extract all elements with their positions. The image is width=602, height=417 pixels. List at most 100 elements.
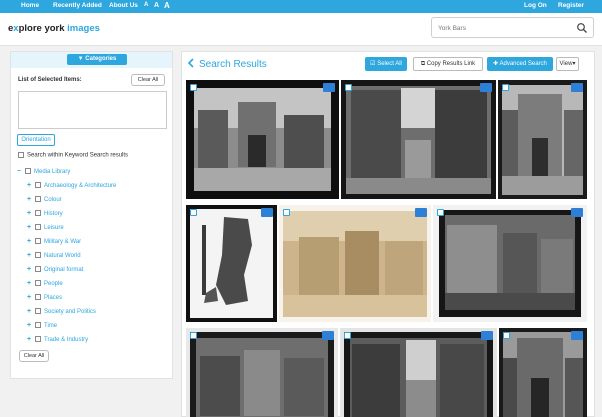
tree-item-media-library[interactable]: − Media Library [17, 167, 70, 176]
result-thumbnail[interactable] [499, 328, 587, 417]
nav-recently-added-link[interactable]: Recently Added [53, 2, 102, 9]
result-thumbnail[interactable] [341, 80, 496, 199]
tree-item-category[interactable]: + Original format [27, 265, 83, 274]
clear-all-button-top[interactable]: Clear All [131, 74, 165, 86]
expand-icon[interactable]: + [27, 307, 35, 316]
checkbox-icon: ☑ [370, 61, 376, 67]
thumbnail-checkbox[interactable] [344, 332, 351, 339]
image-icon[interactable] [480, 83, 492, 92]
thumbnail-checkbox[interactable] [437, 209, 444, 216]
image-icon[interactable] [571, 83, 583, 92]
tree-checkbox[interactable] [35, 322, 41, 329]
image-icon[interactable] [261, 208, 273, 217]
tree-checkbox[interactable] [35, 238, 41, 245]
expand-icon[interactable]: + [27, 251, 35, 260]
result-thumbnail[interactable] [186, 328, 338, 417]
image-icon[interactable] [571, 331, 583, 340]
top-nav-bar: Home Recently Added About Us A A A Log O… [0, 0, 602, 13]
nav-about-us-link[interactable]: About Us [109, 2, 138, 9]
results-title: Search Results [199, 59, 267, 70]
result-thumbnail[interactable] [340, 328, 497, 417]
tree-item-category[interactable]: + Archaeology & Architecture [27, 181, 116, 190]
tree-checkbox[interactable] [35, 266, 41, 273]
clear-all-button-bottom[interactable]: Clear All [19, 350, 49, 362]
thumbnail-checkbox[interactable] [190, 332, 197, 339]
nav-register-link[interactable]: Register [558, 2, 584, 9]
filter-sidebar: ▼ Categories List of Selected Items: Cle… [10, 51, 173, 379]
search-within-option[interactable]: Search within Keyword Search results [18, 152, 128, 159]
site-logo[interactable]: explore york images [8, 23, 100, 34]
expand-icon[interactable]: + [27, 321, 35, 330]
expand-icon[interactable]: + [27, 181, 35, 190]
image-icon[interactable] [481, 331, 493, 340]
selected-items-box [18, 91, 167, 129]
tree-item-category[interactable]: + Leisure [27, 223, 64, 232]
result-thumbnail[interactable] [186, 80, 339, 199]
image-icon[interactable] [571, 208, 583, 217]
chevron-left-icon[interactable] [187, 58, 195, 68]
nav-log-on-link[interactable]: Log On [524, 2, 547, 9]
tree-checkbox[interactable] [35, 280, 41, 287]
result-thumbnail[interactable] [279, 205, 431, 322]
search-box [431, 17, 594, 38]
expand-icon[interactable]: + [27, 237, 35, 246]
tree-item-category[interactable]: + Trade & Industry [27, 335, 88, 344]
expand-icon[interactable]: + [27, 265, 35, 274]
collapse-icon[interactable]: − [17, 167, 25, 176]
nav-home-link[interactable]: Home [21, 2, 39, 9]
tree-checkbox[interactable] [35, 210, 41, 217]
search-input[interactable] [438, 22, 568, 34]
thumbnail-checkbox[interactable] [345, 84, 352, 91]
advanced-search-button[interactable]: ✚ Advanced Search [487, 57, 553, 71]
caret-down-icon: ▾ [572, 61, 576, 67]
text-size-medium[interactable]: A [154, 2, 159, 9]
search-within-checkbox[interactable] [18, 152, 24, 158]
image-icon[interactable] [322, 331, 334, 340]
result-thumbnail[interactable] [433, 205, 587, 322]
copy-results-link-button[interactable]: ⧉ Copy Results Link [413, 57, 483, 71]
orientation-button[interactable]: Orientation [17, 134, 55, 146]
expand-icon[interactable]: + [27, 293, 35, 302]
tree-checkbox[interactable] [35, 336, 41, 343]
thumbnail-checkbox[interactable] [283, 209, 290, 216]
image-icon[interactable] [323, 83, 335, 92]
thumbnail-checkbox[interactable] [502, 84, 509, 91]
plus-icon: ✚ [493, 61, 499, 67]
expand-icon[interactable]: + [27, 335, 35, 344]
tree-checkbox[interactable] [25, 168, 31, 175]
expand-icon[interactable]: + [27, 223, 35, 232]
tree-item-category[interactable]: + Places [27, 293, 62, 302]
tree-item-category[interactable]: + Society and Politics [27, 307, 96, 316]
tree-checkbox[interactable] [35, 308, 41, 315]
thumbnail-checkbox[interactable] [190, 84, 197, 91]
tree-item-category[interactable]: + Colour [27, 195, 62, 204]
tree-item-category[interactable]: + History [27, 209, 63, 218]
select-all-button[interactable]: ☑ Select All [365, 57, 407, 71]
thumbnail-checkbox[interactable] [503, 332, 510, 339]
tree-item-category[interactable]: + Natural World [27, 251, 81, 260]
expand-icon[interactable]: + [27, 209, 35, 218]
sidebar-header: ▼ Categories [11, 52, 172, 68]
tree-checkbox[interactable] [35, 224, 41, 231]
text-size-large[interactable]: A [164, 1, 170, 10]
gateway-photo-image [498, 80, 587, 199]
tree-item-category[interactable]: + Time [27, 321, 57, 330]
tree-checkbox[interactable] [35, 182, 41, 189]
tree-checkbox[interactable] [35, 196, 41, 203]
categories-button[interactable]: ▼ Categories [67, 54, 127, 65]
view-dropdown[interactable]: View▾ [556, 57, 579, 71]
tree-checkbox[interactable] [35, 294, 41, 301]
text-size-small[interactable]: A [144, 2, 148, 8]
result-thumbnail[interactable] [498, 80, 587, 199]
site-header: explore york images [0, 13, 602, 46]
result-thumbnail[interactable] [186, 205, 277, 322]
street-photo-image [186, 80, 339, 199]
tree-checkbox[interactable] [35, 252, 41, 259]
thumbnail-checkbox[interactable] [190, 209, 197, 216]
tree-item-category[interactable]: + People [27, 279, 63, 288]
expand-icon[interactable]: + [27, 195, 35, 204]
tree-item-category[interactable]: + Military & War [27, 237, 81, 246]
expand-icon[interactable]: + [27, 279, 35, 288]
image-icon[interactable] [415, 208, 427, 217]
search-icon[interactable] [576, 22, 588, 34]
